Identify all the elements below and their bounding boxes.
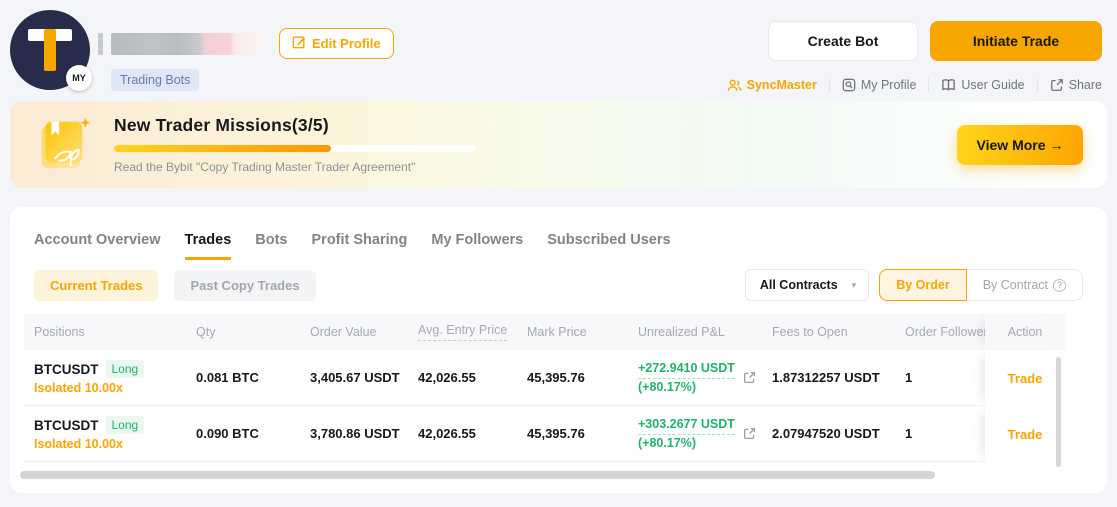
help-icon: ? [1053,278,1066,292]
col-qty: Qty [186,314,300,350]
book-icon [941,78,956,92]
trades-table: Positions Qty Order Value Avg. Entry Pri… [24,314,1093,462]
tab-my-followers[interactable]: My Followers [431,232,523,260]
user-guide-link[interactable]: User Guide [941,78,1025,92]
mark-price-cell: 45,395.76 [517,350,628,406]
trade-link[interactable]: Trade [1008,371,1043,386]
missions-book-icon [32,114,94,176]
avatar[interactable]: MY [10,10,92,91]
avatar-country-badge: MY [66,65,92,91]
profile-search-icon [842,78,856,92]
current-trades-pill[interactable]: Current Trades [34,269,159,301]
side-badge: Long [105,360,145,378]
edit-icon [292,35,306,52]
position-cell: BTCUSDT Long Isolated 10.00x [24,350,186,406]
share-pnl-icon[interactable] [743,427,756,440]
by-order-toggle[interactable]: By Order [879,269,967,301]
margin-mode-label: Isolated 10.00x [34,437,123,451]
order-value-cell: 3,405.67 USDT [300,350,408,406]
profile-header: MY Edit Profile Trading Bots Create Bot … [0,0,1117,101]
fees-cell: 2.07947520 USDT [762,406,895,462]
filters-row: Current Trades Past Copy Trades All Cont… [10,260,1107,301]
syncmaster-link[interactable]: SyncMaster [727,78,817,92]
divider [828,78,830,92]
divider [1036,78,1038,92]
chevron-down-icon: ▾ [851,279,857,290]
my-profile-link[interactable]: My Profile [842,78,916,92]
followers-cell: 1 [895,350,985,406]
all-contracts-select[interactable]: All Contracts ▾ [744,269,870,301]
view-more-button[interactable]: View More → [957,124,1083,165]
fees-cell: 1.87312257 USDT [762,350,895,406]
by-contract-toggle[interactable]: By Contract ? [966,269,1083,301]
avg-entry-cell: 42,026.55 [408,350,517,406]
divider [928,78,930,92]
trade-link[interactable]: Trade [1008,427,1043,442]
horizontal-scrollbar[interactable] [20,471,935,479]
arrow-right-icon: → [1049,136,1064,153]
table-header-row: Positions Qty Order Value Avg. Entry Pri… [24,314,1093,350]
table-row: BTCUSDT Long Isolated 10.00x 0.081 BTC 3… [24,350,1093,406]
col-positions: Positions [24,314,186,350]
col-order-followers: Order Followers [895,314,985,350]
share-link[interactable]: Share [1050,78,1102,92]
tab-account-overview[interactable]: Account Overview [34,232,161,260]
create-bot-button[interactable]: Create Bot [768,21,918,61]
side-badge: Long [105,416,145,434]
followers-cell: 1 [895,406,985,462]
col-unrealized-pnl: Unrealized P&L [628,314,762,350]
username-redacted-tick [98,32,103,55]
col-fees-to-open: Fees to Open [762,314,895,350]
action-cell: Trade [985,350,1065,406]
qty-cell: 0.090 BTC [186,406,300,462]
tab-profit-sharing[interactable]: Profit Sharing [312,232,408,260]
pnl-cell: +272.9410 USDT (+80.17%) [628,350,762,406]
edit-profile-button[interactable]: Edit Profile [279,28,394,59]
tab-trades[interactable]: Trades [184,232,232,260]
trades-panel: Account Overview Trades Bots Profit Shar… [10,207,1107,493]
people-icon [727,79,742,92]
col-action: Action [985,314,1065,350]
col-avg-entry-price: Avg. Entry Price [408,314,517,350]
action-cell: Trade [985,406,1065,462]
mark-price-cell: 45,395.76 [517,406,628,462]
col-mark-price: Mark Price [517,314,628,350]
pnl-cell: +303.2677 USDT (+80.17%) [628,406,762,462]
tabs: Account Overview Trades Bots Profit Shar… [10,207,1107,260]
vertical-scrollbar[interactable] [1056,357,1061,467]
symbol-label: BTCUSDT [34,417,99,433]
symbol-label: BTCUSDT [34,361,99,377]
trading-bots-badge: Trading Bots [111,69,200,91]
col-order-value: Order Value [300,314,408,350]
missions-subtitle: Read the Bybit "Copy Trading Master Trad… [114,160,416,174]
past-copy-trades-pill[interactable]: Past Copy Trades [174,269,316,301]
tab-subscribed-users[interactable]: Subscribed Users [547,232,670,260]
table-row: BTCUSDT Long Isolated 10.00x 0.090 BTC 3… [24,406,1093,462]
missions-title: New Trader Missions(3/5) [114,115,329,135]
tab-bots[interactable]: Bots [255,232,287,260]
username-redacted [111,32,263,55]
missions-banner: New Trader Missions(3/5) Read the Bybit … [10,101,1107,188]
order-value-cell: 3,780.86 USDT [300,406,408,462]
qty-cell: 0.081 BTC [186,350,300,406]
share-pnl-icon[interactable] [743,371,756,384]
position-cell: BTCUSDT Long Isolated 10.00x [24,406,186,462]
initiate-trade-button[interactable]: Initiate Trade [930,21,1102,61]
share-icon [1050,78,1064,92]
missions-progress-fill [114,145,332,152]
avg-entry-cell: 42,026.55 [408,406,517,462]
margin-mode-label: Isolated 10.00x [34,381,123,395]
missions-progress-bar [114,145,476,152]
